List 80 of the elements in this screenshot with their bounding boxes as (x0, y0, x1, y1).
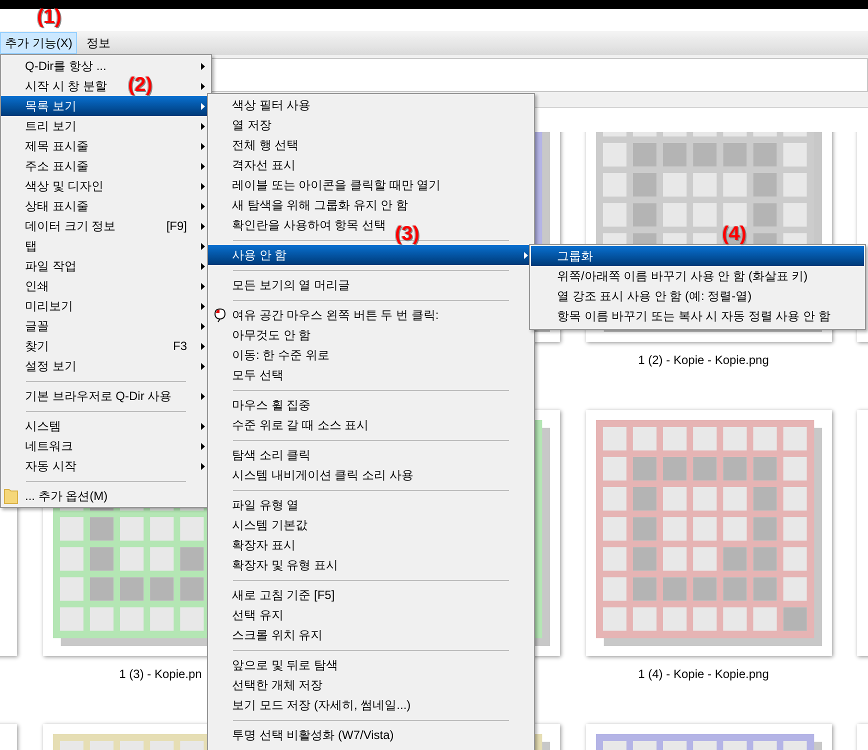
menu-item[interactable]: 네트워크 (1, 436, 211, 456)
menu-item[interactable]: 선택 유지 (208, 605, 534, 625)
menu-item[interactable]: 시스템 기본값 (208, 515, 534, 535)
menu-item[interactable]: 탭 (1, 236, 211, 256)
annotation-label: (2) (128, 73, 152, 97)
menu-item[interactable]: 자동 시작 (1, 456, 211, 476)
submenu-arrow-icon (201, 63, 205, 70)
menu-item[interactable]: 항목 이름 바꾸기 또는 복사 시 자동 정렬 사용 안 함 (531, 306, 864, 326)
menu-item[interactable]: 파일 유형 열 (208, 495, 534, 515)
menu-item[interactable]: 투명 선택 비활성화 (W7/Vista) (208, 725, 534, 745)
submenu-arrow-icon (201, 143, 205, 150)
menu-item[interactable]: 색상 필터 사용 (208, 95, 534, 115)
menu-item[interactable]: 열 저장 (208, 115, 534, 135)
menu-item[interactable]: 미리보기 (1, 296, 211, 316)
menu-item[interactable]: 확장자 및 유형 표시 (208, 555, 534, 575)
submenu-arrow-icon (201, 303, 205, 310)
menu-item[interactable]: 시스템 (1, 416, 211, 436)
menu-item[interactable]: 제목 표시줄 (1, 136, 211, 156)
menu-bar-item[interactable]: 정보 (79, 32, 118, 54)
submenu-arrow-icon (201, 203, 205, 210)
mouse-icon (214, 308, 226, 323)
menu-item[interactable]: 새 탐색을 위해 그룹화 유지 안 함 (208, 195, 534, 215)
menu-item[interactable]: 색상 및 디자인 (1, 176, 211, 196)
menu-item[interactable]: 열 강조 표시 사용 안 함 (예: 정렬-열) (531, 286, 864, 306)
submenu-arrow-icon (201, 393, 205, 400)
submenu-arrow-icon (201, 443, 205, 450)
menu-bar-item[interactable]: 추가 기능(X) (0, 32, 78, 54)
menu-item[interactable]: 상태 표시줄 (1, 196, 211, 216)
submenu-arrow-icon (201, 283, 205, 290)
menu-item[interactable]: ... 추가 옵션(M) (1, 486, 211, 506)
menu-item[interactable]: 위쪽/아래쪽 이름 바꾸기 사용 안 함 (화살표 키) (531, 266, 864, 286)
submenu-arrow-icon (201, 243, 205, 250)
menu-item[interactable]: 시스템 내비게이션 클릭 소리 사용 (208, 465, 534, 485)
menu-item[interactable]: 인쇄 (1, 276, 211, 296)
annotation-label: (4) (722, 222, 746, 246)
menu-item[interactable]: 보기 모드 저장 (자세히, 썸네일...) (208, 695, 534, 715)
file-name: 1 (2) - Kopie - Kopie.png (638, 352, 769, 368)
annotation-label: (1) (37, 5, 62, 29)
menu-item[interactable]: 이동: 한 수준 위로 (208, 345, 534, 365)
submenu-arrow-icon (201, 103, 205, 110)
menu-item[interactable]: 마우스 휠 집중 (208, 395, 534, 415)
menu-item[interactable]: 아무것도 안 함 (208, 325, 534, 345)
folder-icon (4, 488, 18, 504)
submenu-arrow-icon (201, 183, 205, 190)
submenu-arrow-icon (201, 363, 205, 370)
submenu-arrow-icon (201, 163, 205, 170)
menu-item[interactable]: 그룹화 (531, 246, 864, 266)
menu-item[interactable]: Q-Dir를 항상 ... (1, 56, 211, 76)
menu-item[interactable]: 격자선 표시 (208, 155, 534, 175)
menu-item[interactable]: 모두 선택 (208, 365, 534, 385)
menu-item[interactable]: 앞으로 및 뒤로 탐색 (208, 655, 534, 675)
submenu-arrow-icon (201, 263, 205, 270)
annotation-label: (3) (395, 222, 420, 246)
menu-item[interactable]: 탐색 소리 클릭 (208, 445, 534, 465)
file-name: 1 (4) - Kopie - Kopie.png (638, 666, 769, 682)
menu-item[interactable]: 확장자 표시 (208, 535, 534, 555)
menu-item[interactable]: 수준 위로 갈 때 소스 표시 (208, 415, 534, 435)
menu-item[interactable]: 설정 보기 (1, 356, 211, 376)
file-name: 1 (3) - Kopie.pn (119, 666, 202, 682)
menu-item[interactable]: 레이블 또는 아이콘을 클릭할 때만 열기 (208, 175, 534, 195)
submenu-arrow-icon (201, 223, 205, 230)
submenu-arrow-icon (201, 343, 205, 350)
menu-item[interactable]: 찾기 F3 (1, 336, 211, 356)
menu-item[interactable]: 파일 작업 (1, 256, 211, 276)
submenu-arrow-icon (201, 423, 205, 430)
thumbnail-card[interactable] (586, 410, 832, 656)
submenu-arrow-icon (524, 252, 528, 259)
menu-item[interactable]: 글꼴 (1, 316, 211, 336)
submenu-arrow-icon (201, 83, 205, 90)
menu-item[interactable]: 스크롤 위치 유지 (208, 625, 534, 645)
menu-item[interactable]: 주소 표시줄 (1, 156, 211, 176)
menu-item[interactable]: 데이터 크기 정보 [F9] (1, 216, 211, 236)
submenu-arrow-icon (201, 463, 205, 470)
menu-item[interactable]: 선택한 개체 저장 (208, 675, 534, 695)
menu-item[interactable]: 기본 브라우저로 Q-Dir 사용 (1, 386, 211, 406)
menu-item[interactable]: 트리 보기 (1, 116, 211, 136)
menu-item[interactable]: 전체 행 선택 (208, 135, 534, 155)
submenu-arrow-icon (201, 323, 205, 330)
menu-item[interactable]: 새로 고침 기준 [F5] (208, 585, 534, 605)
submenu-arrow-icon (201, 123, 205, 130)
